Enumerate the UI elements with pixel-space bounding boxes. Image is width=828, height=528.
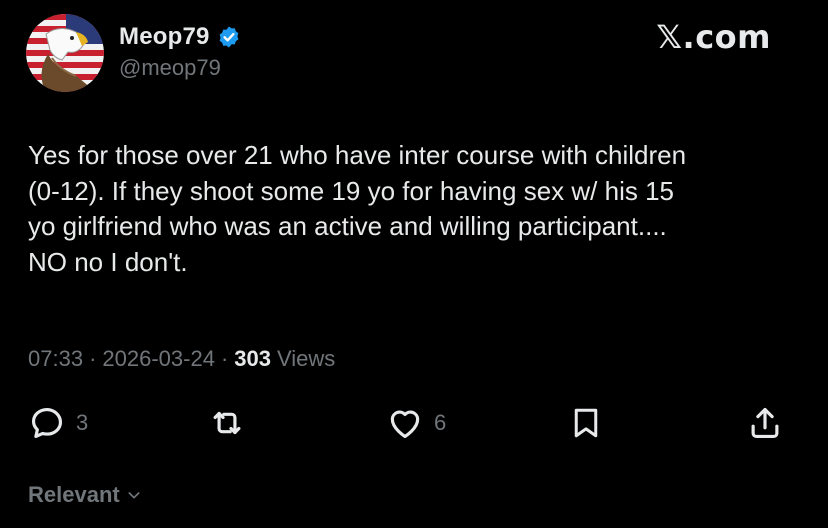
bookmark-button[interactable] bbox=[568, 404, 604, 442]
avatar[interactable] bbox=[26, 14, 104, 92]
like-count: 6 bbox=[434, 410, 447, 435]
chevron-down-icon bbox=[128, 492, 140, 499]
share-button[interactable] bbox=[746, 404, 784, 442]
sort-relevant-dropdown[interactable]: Relevant bbox=[28, 482, 142, 508]
tweet-time[interactable]: 07:33 bbox=[28, 346, 83, 372]
heart-icon bbox=[390, 410, 420, 439]
verified-badge-icon bbox=[217, 25, 241, 49]
views-label: Views bbox=[276, 346, 336, 371]
share-icon bbox=[751, 407, 779, 439]
meta-separator: · bbox=[220, 346, 229, 371]
views-count: 303 bbox=[234, 346, 271, 371]
author-display-name[interactable]: Meop79 bbox=[119, 23, 210, 51]
bookmark-icon bbox=[574, 408, 598, 438]
meta-separator: · bbox=[89, 346, 97, 371]
reply-button[interactable]: 3 bbox=[28, 404, 88, 442]
author-name-row[interactable]: Meop79 bbox=[119, 21, 241, 53]
author-handle[interactable]: @meop79 bbox=[119, 55, 221, 81]
brand-logo: 𝕏.com bbox=[656, 18, 771, 56]
repost-icon bbox=[213, 411, 241, 435]
like-button[interactable]: 6 bbox=[386, 404, 446, 442]
repost-button[interactable] bbox=[208, 404, 246, 442]
reply-count: 3 bbox=[76, 410, 89, 435]
tweet-text: Yes for those over 21 who have inter cou… bbox=[28, 140, 687, 277]
tweet-date[interactable]: 2026-03-24 bbox=[102, 346, 215, 372]
eagle-flag-avatar-icon bbox=[26, 14, 104, 92]
sort-label: Relevant bbox=[28, 482, 120, 507]
tweet-meta: 07:33 · 2026-03-24 · 303 Views bbox=[28, 346, 335, 372]
reply-icon bbox=[31, 407, 63, 439]
